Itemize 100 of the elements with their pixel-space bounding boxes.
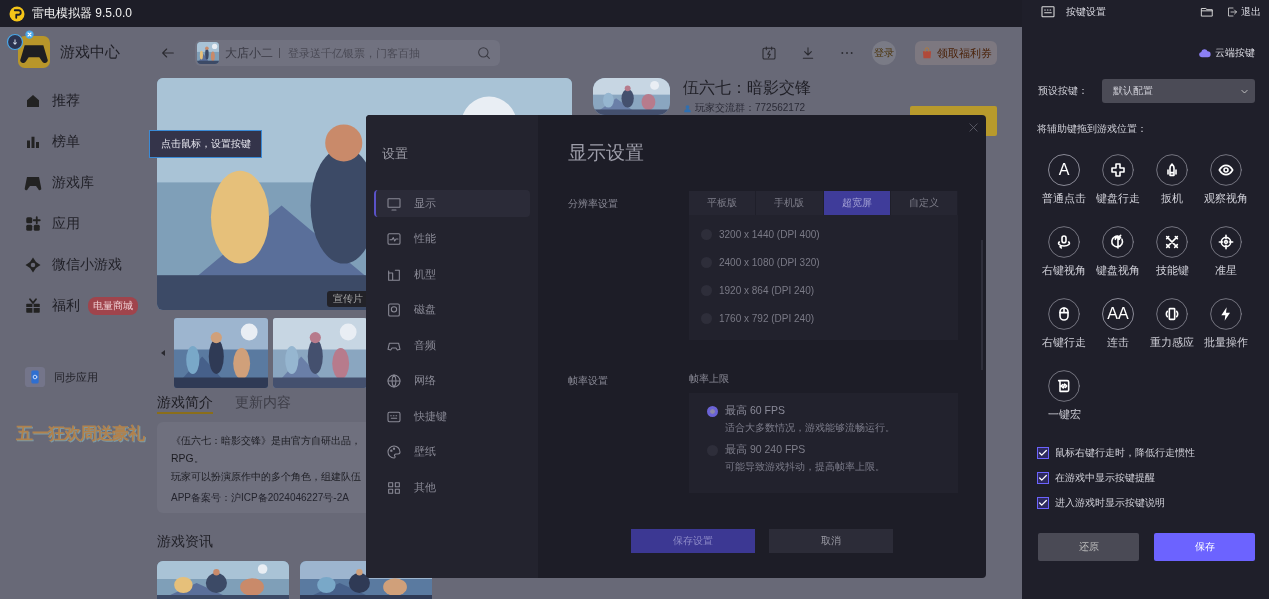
back-arrow-icon[interactable] (160, 45, 176, 61)
phone-sync-icon (24, 366, 46, 388)
option-label: 3200 x 1440 (DPI 400) (719, 228, 820, 240)
left-arrow-icon[interactable] (159, 348, 167, 358)
key-tool-button[interactable]: 右键视角 (1037, 226, 1091, 276)
section-title: 游戏资讯 (157, 533, 213, 551)
checkbox[interactable] (1037, 471, 1049, 484)
folder-icon[interactable] (1200, 5, 1214, 19)
sidebar-item[interactable]: 微信小游戏 (0, 244, 157, 285)
key-tool-button[interactable]: 技能键 (1145, 226, 1199, 276)
coupon-button[interactable]: 领取福利券 (915, 41, 997, 65)
video-caption: 宣传片 (327, 291, 369, 307)
close-icon[interactable] (25, 30, 34, 39)
window-title: 雷电模拟器 9.5.0.0 (32, 5, 133, 22)
key-tool-button[interactable]: 键盘行走 (1091, 154, 1145, 204)
setting-label: 帧率上限 (689, 372, 730, 386)
settings-nav-item[interactable]: 显示 (374, 190, 530, 217)
key-tool-button[interactable]: A 普通点击 (1037, 154, 1091, 204)
panel-title: 按键设置 (1066, 5, 1106, 19)
bullet-icon (1156, 154, 1188, 186)
check-icon (1038, 497, 1048, 508)
settings-nav-item[interactable]: 其他 (374, 474, 530, 501)
dialog-title: 设置 (382, 145, 409, 163)
checkbox-label: 在游戏中显示按键提醒 (1055, 470, 1155, 485)
sidebar-item[interactable]: 游戏库 (0, 162, 157, 203)
checkbox-label: 鼠标右键行走时，降低行走惯性 (1055, 445, 1195, 460)
download-icon[interactable] (800, 45, 816, 61)
option-label: 最高 90 240 FPS (725, 443, 807, 457)
grid-icon (386, 479, 402, 496)
sidebar-item[interactable]: 福利 (0, 285, 80, 326)
gamepad-logo-icon (18, 36, 50, 68)
preset-dropdown[interactable]: 默认配置 (1102, 79, 1255, 103)
cancel-button[interactable]: 取消 (769, 529, 893, 553)
close-icon[interactable] (968, 122, 979, 133)
option-label: 最高 60 FPS (725, 404, 786, 418)
instruction-text: 将辅助键拖到游戏位置： (1037, 122, 1148, 136)
mouse-icon (1048, 298, 1080, 330)
tooltip: 点击鼠标，设置按键 (149, 130, 262, 158)
sync-apps-button[interactable]: 同步应用 (24, 366, 98, 388)
key-tool-button[interactable]: 准星 (1199, 226, 1253, 276)
dialog-heading: 显示设置 (568, 141, 645, 165)
checkbox[interactable] (1037, 496, 1049, 509)
key-tool-button[interactable]: 重力感应 (1145, 298, 1199, 348)
settings-nav-item[interactable]: 机型 (374, 261, 530, 288)
save-button[interactable]: 保存设置 (631, 529, 755, 553)
crossed-swords-icon (1156, 226, 1188, 258)
sidebar-item[interactable]: 应用 (0, 203, 157, 244)
key-tool-button[interactable]: 键盘视角 (1091, 226, 1145, 276)
radio-button[interactable] (707, 406, 718, 417)
settings-nav-item[interactable]: 磁盘 (374, 296, 530, 324)
lightning-icon (1210, 298, 1242, 330)
diamond-icon (24, 255, 42, 274)
key-tool-button[interactable]: 一键宏 (1037, 370, 1091, 420)
app-logo-icon (8, 4, 26, 23)
key-tool-button[interactable]: 右键行走 (1037, 298, 1091, 348)
tab[interactable]: 游戏简介 (157, 392, 213, 414)
app-section-title: 游戏中心 (60, 42, 120, 62)
cloud-keys-button[interactable]: 云端按键 (1198, 46, 1255, 60)
mouse-orbit-icon (1048, 226, 1080, 258)
record-number: APP备案号：沪ICP备2024046227号-2A (171, 491, 349, 505)
game-title: 伍六七：暗影交锋 (683, 78, 811, 98)
calendar-icon[interactable] (761, 45, 777, 61)
option-label: 1920 x 864 (DPI 240) (719, 284, 815, 296)
key-tool-button[interactable]: 批量操作 (1199, 298, 1253, 348)
login-button[interactable]: 登录 (872, 41, 896, 65)
person-icon (683, 103, 692, 113)
settings-nav-item[interactable]: 壁纸 (374, 438, 530, 466)
description-text: 玩家可以扮演原作中的多个角色，组建队伍 (171, 470, 361, 484)
apps-icon (24, 214, 42, 233)
globe-icon (386, 373, 402, 389)
option-hint: 可能导致游戏抖动，提高帧率上限。 (725, 460, 885, 474)
reset-button[interactable]: 还原 (1038, 533, 1139, 561)
checkbox[interactable] (1037, 446, 1049, 459)
option-hint: 适合大多数情况，游戏能够流畅运行。 (725, 421, 895, 435)
mode-tab[interactable]: 超宽屏 (823, 191, 891, 215)
settings-nav-item[interactable]: 音频 (374, 332, 530, 359)
settings-nav-item[interactable]: 快捷键 (374, 403, 530, 430)
key-tool-button[interactable]: 观察视角 (1199, 154, 1253, 204)
cloud-icon (1198, 46, 1211, 60)
gift-bag-icon (920, 46, 934, 60)
key-tool-button[interactable]: 扳机 (1145, 154, 1199, 204)
settings-nav-item[interactable]: 网络 (374, 367, 530, 395)
check-icon (1038, 472, 1048, 483)
plus-icon (1102, 154, 1134, 186)
option-label: 2400 x 1080 (DPI 320) (719, 256, 820, 268)
phone-tilt-icon (1156, 298, 1188, 330)
search-icon (476, 45, 492, 61)
option-label: 1760 x 792 (DPI 240) (719, 312, 815, 324)
exit-button[interactable]: 退出 (1226, 5, 1261, 19)
key-tool-button[interactable]: AA 连击 (1091, 298, 1145, 348)
description-text: RPG。 (171, 452, 204, 466)
settings-nav-item[interactable]: 性能 (374, 225, 530, 253)
script-scroll-icon (1048, 370, 1080, 402)
pulse-icon (386, 231, 402, 247)
gift-icon (24, 296, 42, 315)
monitor-icon (386, 195, 402, 212)
check-icon (1038, 447, 1048, 458)
save-button[interactable]: 保存 (1154, 533, 1255, 561)
sidebar-item[interactable]: 推荐 (0, 80, 157, 121)
keyboard-icon (1040, 4, 1056, 20)
